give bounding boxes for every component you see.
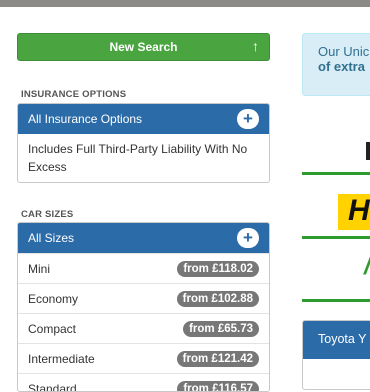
price-badge: from £102.88: [177, 291, 259, 307]
divider-line: [302, 172, 370, 175]
car-sizes-panel-header[interactable]: All Sizes +: [18, 223, 269, 253]
insurance-description: Includes Full Third-Party Liability With…: [18, 134, 269, 182]
insurance-panel-header[interactable]: All Insurance Options +: [18, 104, 269, 134]
size-row-intermediate[interactable]: Intermediate from £121.42: [18, 343, 269, 373]
insurance-panel: All Insurance Options + Includes Full Th…: [17, 103, 270, 183]
top-banner-strip: [0, 0, 370, 7]
expand-plus-icon[interactable]: +: [237, 109, 259, 129]
car-sizes-header-label: All Sizes: [28, 231, 74, 245]
promo-banner: Our Unic of extra: [302, 33, 370, 96]
promo-line-1: Our Unic: [318, 44, 370, 59]
size-label: Compact: [28, 322, 76, 336]
price-badge: from £116.57: [177, 381, 259, 392]
car-card-title: Toyota Y: [303, 321, 370, 359]
insurance-section-title: INSURANCE OPTIONS: [21, 89, 126, 100]
size-label: Standard: [28, 382, 77, 392]
expand-plus-icon[interactable]: +: [237, 228, 259, 248]
size-row-mini[interactable]: Mini from £118.02: [18, 253, 269, 283]
supplier-logo-partial: [366, 142, 370, 160]
supplier-logo-green-partial: /: [364, 253, 370, 281]
size-label: Economy: [28, 292, 78, 306]
size-label: Intermediate: [28, 352, 95, 366]
insurance-header-label: All Insurance Options: [28, 112, 142, 126]
price-badge: from £65.73: [183, 321, 259, 337]
price-badge: from £121.42: [177, 351, 259, 367]
car-sizes-section-title: CAR SIZES: [21, 209, 73, 220]
arrow-up-icon: ↑: [252, 38, 259, 54]
car-result-card[interactable]: Toyota Y: [302, 320, 370, 390]
price-badge: from £118.02: [177, 261, 259, 277]
new-search-button[interactable]: New Search ↑: [17, 33, 270, 61]
divider-line: [302, 299, 370, 302]
size-row-compact[interactable]: Compact from £65.73: [18, 313, 269, 343]
divider-line: [302, 236, 370, 239]
size-label: Mini: [28, 262, 50, 276]
size-row-economy[interactable]: Economy from £102.88: [18, 283, 269, 313]
new-search-label: New Search: [109, 40, 177, 54]
car-sizes-panel: All Sizes + Mini from £118.02 Economy fr…: [17, 222, 270, 392]
hertz-logo-partial: H: [338, 194, 370, 230]
promo-line-2: of extra: [318, 59, 370, 74]
